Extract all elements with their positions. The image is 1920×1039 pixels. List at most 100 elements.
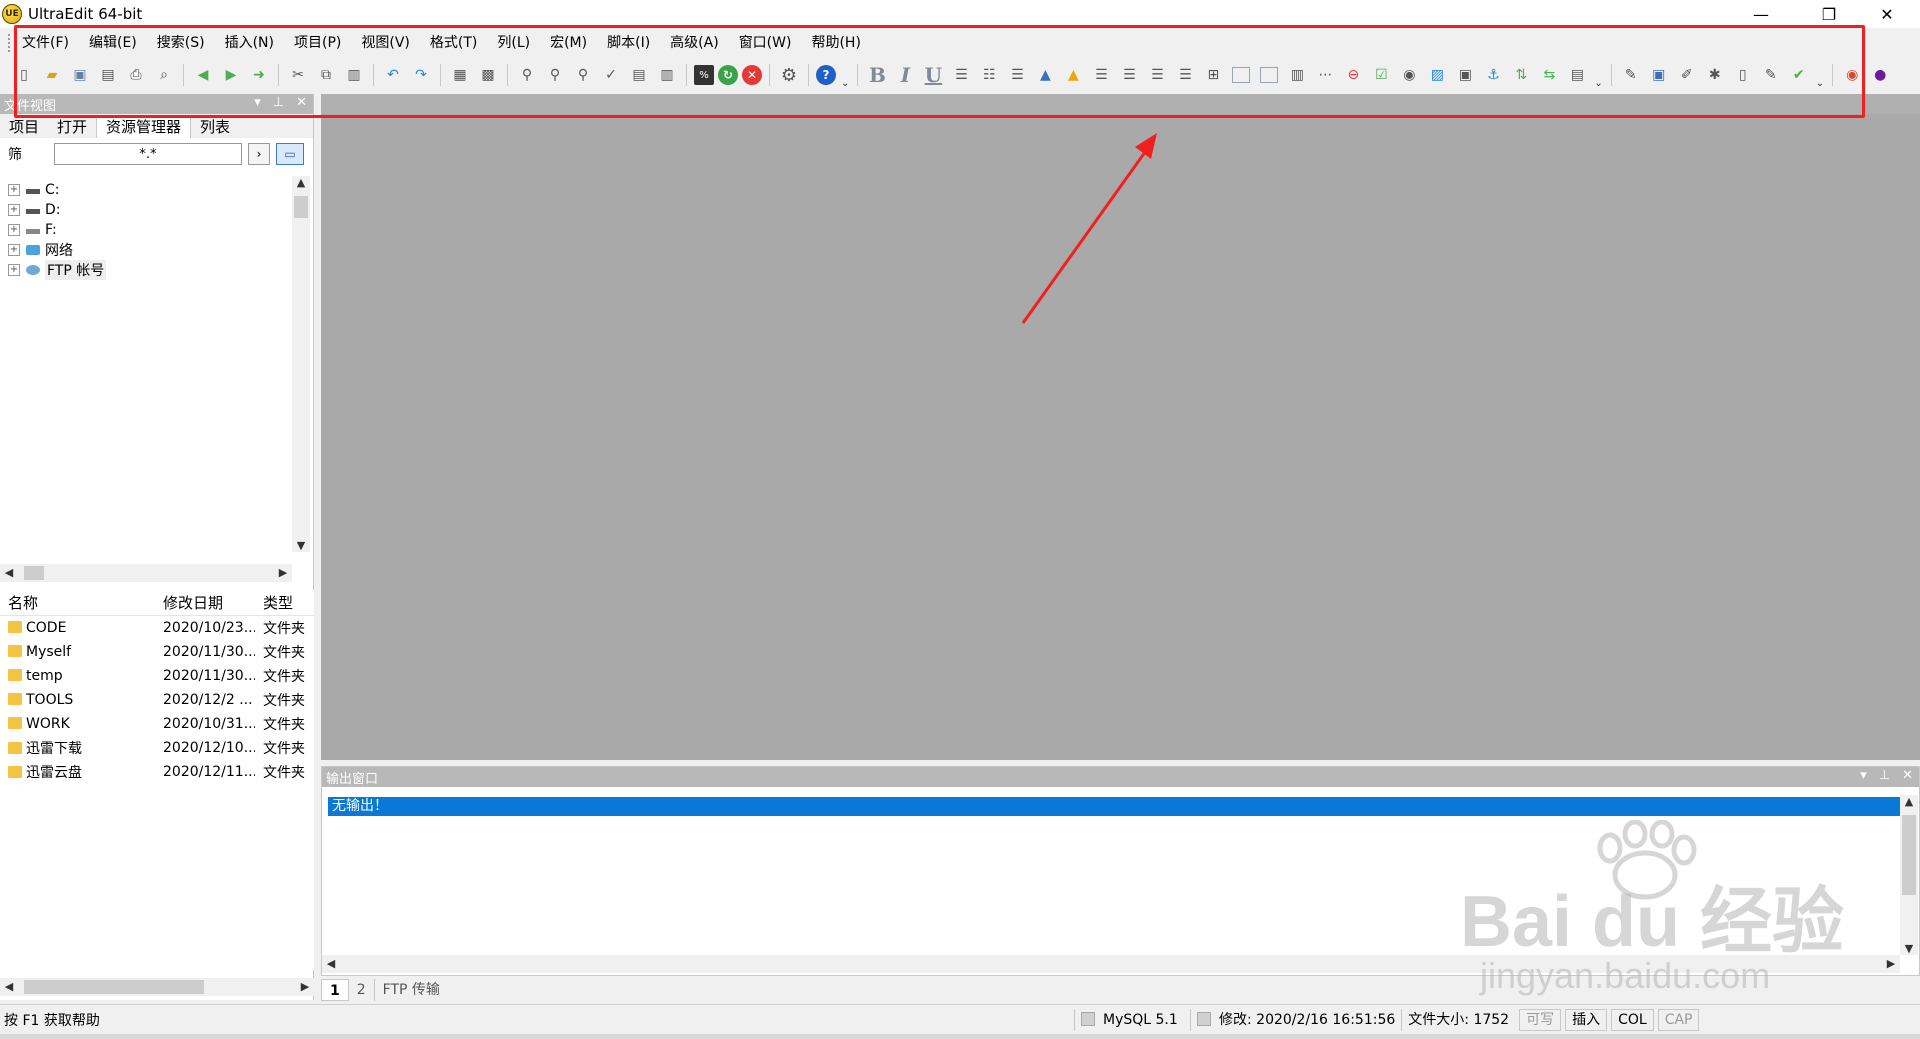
list-item[interactable]: 迅雷下载 2020/12/10... 文件夹 xyxy=(0,736,314,760)
scroll-thumb[interactable] xyxy=(1902,815,1916,895)
menu-column[interactable]: 列(L) xyxy=(487,30,540,56)
insert-merge-icon[interactable]: ⇆ xyxy=(1537,63,1561,87)
tab-project[interactable]: 项目 xyxy=(0,116,48,138)
insert-form-icon[interactable]: ▣ xyxy=(1453,63,1477,87)
scroll-right-icon[interactable]: ▶ xyxy=(296,980,314,993)
hex-mode-icon[interactable]: ▩ xyxy=(476,63,500,87)
underline-icon[interactable]: U xyxy=(921,63,945,87)
copy-icon[interactable]: ⧉ xyxy=(314,63,338,87)
toolbar-overflow-chevron-icon[interactable]: ⌄ xyxy=(841,78,849,92)
print-preview-icon[interactable]: ⌕ xyxy=(152,63,176,87)
expand-icon[interactable]: + xyxy=(8,244,20,256)
tab-ftp-transfer[interactable]: FTP 传输 xyxy=(373,979,448,1001)
tree-item[interactable]: + C: xyxy=(0,180,292,200)
pin-icon[interactable]: ⊥ xyxy=(273,95,284,110)
menu-window[interactable]: 窗口(W) xyxy=(729,30,802,56)
scroll-right-icon[interactable]: ▶ xyxy=(1882,957,1900,970)
chrome-browser-icon[interactable]: ◉ xyxy=(1840,63,1864,87)
list-item[interactable]: Myself 2020/11/30... 文件夹 xyxy=(0,640,314,664)
insert-checkbox-icon[interactable]: ☑ xyxy=(1369,63,1393,87)
replace-in-files-icon[interactable]: ▥ xyxy=(655,63,679,87)
font-color-icon[interactable]: ▲ xyxy=(1033,63,1057,87)
menu-format[interactable]: 格式(T) xyxy=(420,30,487,56)
insert-table-icon[interactable]: ⊞ xyxy=(1201,63,1225,87)
tab-output-1[interactable]: 1 xyxy=(321,979,349,1001)
print-icon[interactable]: ⎙ xyxy=(124,63,148,87)
scroll-down-icon[interactable]: ▼ xyxy=(292,539,310,552)
undo-icon[interactable]: ↶ xyxy=(381,63,405,87)
toolbar-overflow-chevron-icon[interactable]: ⌄ xyxy=(1594,78,1602,92)
menu-help[interactable]: 帮助(H) xyxy=(801,30,870,56)
checkmark-icon[interactable]: ✔ xyxy=(1787,63,1811,87)
scroll-thumb[interactable] xyxy=(294,196,308,218)
scroll-up-icon[interactable]: ▲ xyxy=(292,176,310,189)
status-syntax[interactable]: MySQL 5.1 xyxy=(1103,1012,1178,1028)
close-button[interactable]: ✕ xyxy=(1864,0,1910,28)
apply-filter-button[interactable]: › xyxy=(248,143,270,165)
expand-icon[interactable]: + xyxy=(8,204,20,216)
insert-anchor-icon[interactable]: ⚓ xyxy=(1481,63,1505,87)
filter-input[interactable] xyxy=(54,143,242,165)
tree-vertical-scrollbar[interactable]: ▲ ▼ xyxy=(292,176,310,552)
insert-note-icon[interactable]: ▤ xyxy=(1565,63,1589,87)
expand-icon[interactable]: + xyxy=(8,224,20,236)
list-item[interactable]: TOOLS 2020/12/2 ... 文件夹 xyxy=(0,688,314,712)
insert-link-icon[interactable]: ⇅ xyxy=(1509,63,1533,87)
menu-insert[interactable]: 插入(N) xyxy=(215,30,284,56)
find-in-files-icon[interactable]: ▤ xyxy=(627,63,651,87)
stop-macro-icon[interactable]: ✕ xyxy=(742,65,762,85)
insert-reset-icon[interactable]: ⊖ xyxy=(1341,63,1365,87)
output-horizontal-scrollbar[interactable]: ◀ ▶ xyxy=(322,955,1900,973)
status-writable[interactable]: 可写 xyxy=(1519,1008,1562,1031)
expand-icon[interactable]: + xyxy=(8,184,20,196)
align-right-icon[interactable]: ☰ xyxy=(1145,63,1169,87)
tree-item[interactable]: + FTP 帐号 xyxy=(0,260,292,280)
find-prev-icon[interactable]: ⚲ xyxy=(571,63,595,87)
page-icon[interactable]: ▯ xyxy=(1731,63,1755,87)
back-icon[interactable]: ◀ xyxy=(191,63,215,87)
scroll-down-icon[interactable]: ▼ xyxy=(1900,942,1918,955)
column-header-type[interactable]: 类型 xyxy=(255,592,314,613)
insert-hidden-icon[interactable]: ⋯ xyxy=(1313,63,1337,87)
column-header-date[interactable]: 修改日期 xyxy=(155,592,255,613)
tab-open[interactable]: 打开 xyxy=(48,116,96,138)
scroll-left-icon[interactable]: ◀ xyxy=(322,957,340,970)
output-vertical-scrollbar[interactable]: ▲ ▼ xyxy=(1900,795,1918,955)
insert-image-icon[interactable]: ▨ xyxy=(1425,63,1449,87)
status-insert-mode[interactable]: 插入 xyxy=(1565,1008,1608,1031)
insert-textbox-icon[interactable] xyxy=(1260,67,1279,83)
italic-icon[interactable]: I xyxy=(893,63,917,87)
expand-icon[interactable]: + xyxy=(8,264,20,276)
menu-search[interactable]: 搜索(S) xyxy=(147,30,215,56)
pin-icon[interactable]: ⊥ xyxy=(1879,768,1890,783)
file-list-horizontal-scrollbar[interactable]: ◀ ▶ xyxy=(0,978,314,996)
justify-icon[interactable]: ☰ xyxy=(1173,63,1197,87)
menu-project[interactable]: 项目(P) xyxy=(284,30,351,56)
new-file-icon[interactable]: ▯ xyxy=(12,63,36,87)
tree-item[interactable]: + D: xyxy=(0,200,292,220)
redo-icon[interactable]: ↷ xyxy=(409,63,433,87)
editor-area[interactable] xyxy=(321,94,1920,760)
insert-frame-icon[interactable]: ▥ xyxy=(1285,63,1309,87)
validate-icon[interactable]: ✎ xyxy=(1759,63,1783,87)
list-item[interactable]: WORK 2020/10/31... 文件夹 xyxy=(0,712,314,736)
status-column-mode[interactable]: COL xyxy=(1611,1008,1654,1031)
scroll-right-icon[interactable]: ▶ xyxy=(274,566,292,579)
output-line[interactable]: 无输出！ xyxy=(328,797,1900,816)
list-item[interactable]: CODE 2020/10/23... 文件夹 xyxy=(0,616,314,640)
toolbar-overflow-chevron-icon[interactable]: ⌄ xyxy=(1816,78,1824,92)
tree-item[interactable]: + 网络 xyxy=(0,240,292,260)
scroll-left-icon[interactable]: ◀ xyxy=(0,980,18,993)
insert-button-icon[interactable] xyxy=(1232,67,1251,83)
spellcheck-icon[interactable]: ✓ xyxy=(599,63,623,87)
align-left-icon[interactable]: ☰ xyxy=(1089,63,1113,87)
magic-wand-icon[interactable]: ✎ xyxy=(1619,63,1643,87)
numbered-list-icon[interactable]: ☰ xyxy=(1005,63,1029,87)
save-icon[interactable]: ▣ xyxy=(68,63,92,87)
menu-edit[interactable]: 编辑(E) xyxy=(79,30,147,56)
css-icon[interactable]: ▣ xyxy=(1647,63,1671,87)
panel-close-icon[interactable]: ✕ xyxy=(1902,768,1913,783)
forward-icon[interactable]: ▶ xyxy=(219,63,243,87)
paste-icon[interactable]: ▥ xyxy=(342,63,366,87)
tab-explorer[interactable]: 资源管理器 xyxy=(96,115,192,138)
